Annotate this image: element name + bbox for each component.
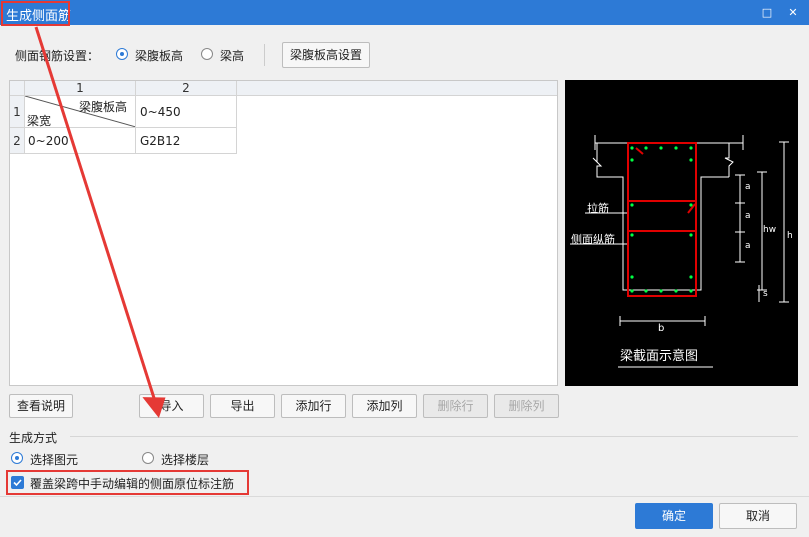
radio-web-height[interactable]	[116, 48, 128, 60]
title-highlight-box	[1, 1, 70, 26]
radio-web-height-label[interactable]: 梁腹板高	[135, 47, 183, 64]
rebar-table[interactable]: 1 2 1 梁腹板高 梁宽 0~450 2 0~200 G2B12	[9, 80, 558, 386]
check-icon	[13, 479, 22, 487]
dim-h: h	[787, 231, 793, 241]
delete-column-button[interactable]: 删除列	[494, 394, 559, 418]
dim-s: s	[763, 289, 768, 299]
side-rebar-setting-label: 侧面钢筋设置：	[15, 49, 100, 63]
add-column-button[interactable]: 添加列	[352, 394, 417, 418]
cancel-button[interactable]: 取消	[719, 503, 797, 529]
dim-b: b	[658, 323, 665, 334]
table-cell-r2c1[interactable]: 0~200	[25, 128, 136, 154]
export-button[interactable]: 导出	[210, 394, 275, 418]
gen-mode-title: 生成方式	[9, 431, 58, 445]
radio-beam-height[interactable]	[201, 48, 213, 60]
overwrite-checkbox[interactable]	[11, 476, 24, 489]
overwrite-checkbox-label[interactable]: 覆盖梁跨中手动编辑的侧面原位标注筋	[30, 475, 234, 492]
toolbar-divider	[264, 44, 265, 66]
column-header-1[interactable]: 1	[25, 81, 136, 96]
diagram-title: 梁截面示意图	[620, 349, 699, 364]
radio-select-element-label[interactable]: 选择图元	[30, 451, 78, 468]
table-corner-header	[10, 81, 25, 96]
close-icon[interactable]: ✕	[785, 5, 801, 21]
row-header-2[interactable]: 2	[10, 128, 25, 154]
radio-select-element[interactable]	[11, 452, 23, 464]
delete-row-button[interactable]: 删除行	[423, 394, 488, 418]
label-tie-bar: 拉筋	[587, 202, 609, 215]
dim-hw: hw	[763, 225, 777, 235]
import-button[interactable]: 导入	[139, 394, 204, 418]
footer-divider	[0, 496, 809, 497]
ok-button[interactable]: 确定	[635, 503, 713, 529]
add-row-button[interactable]: 添加行	[281, 394, 346, 418]
gen-mode-divider	[70, 436, 798, 437]
radio-select-floor[interactable]	[142, 452, 154, 464]
beam-section-diagram: 拉筋 侧面纵筋 a a a hw h s b 梁截面示意图	[565, 80, 798, 386]
dim-a-3: a	[745, 241, 751, 251]
radio-select-floor-label[interactable]: 选择楼层	[161, 451, 209, 468]
dim-a-2: a	[745, 211, 751, 221]
title-bar: 生成侧面筋 □ ✕	[0, 0, 809, 25]
restore-icon[interactable]: □	[759, 5, 775, 21]
radio-beam-height-label[interactable]: 梁高	[220, 47, 244, 64]
view-help-button[interactable]: 查看说明	[9, 394, 73, 418]
header-filler	[237, 81, 557, 96]
web-height-config-button[interactable]: 梁腹板高设置	[282, 42, 370, 68]
label-side-long-bar: 侧面纵筋	[571, 233, 615, 246]
row-header-1[interactable]: 1	[10, 96, 25, 128]
corner-label-web-height: 梁腹板高	[78, 100, 127, 114]
table-cell-r2c2[interactable]: G2B12	[136, 128, 237, 154]
corner-label-beam-width: 梁宽	[27, 114, 52, 128]
table-cell-r1c2[interactable]: 0~450	[136, 96, 237, 128]
table-cell-corner-diagonal[interactable]: 梁腹板高 梁宽	[25, 96, 136, 128]
column-header-2[interactable]: 2	[136, 81, 237, 96]
dim-a-1: a	[745, 182, 751, 192]
